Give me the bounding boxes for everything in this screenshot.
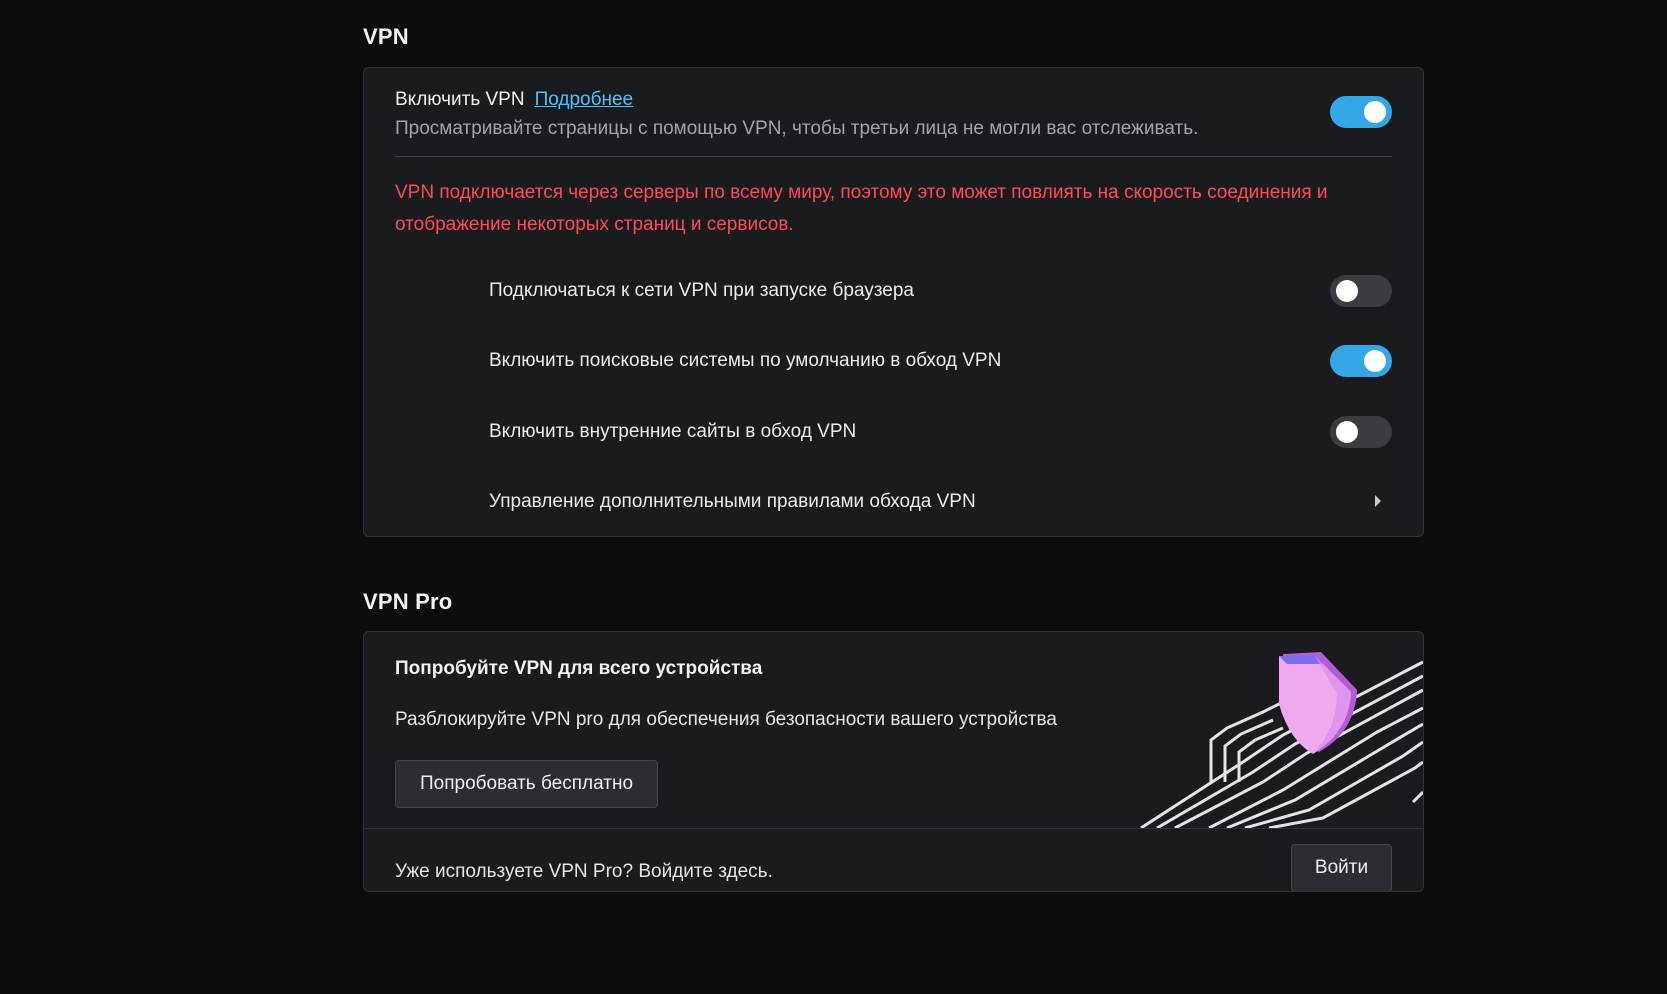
chevron-right-icon <box>1375 495 1381 507</box>
vpn-section-title: VPN <box>363 24 409 49</box>
manage-bypass-rules-label: Управление дополнительными правилами обх… <box>489 491 976 512</box>
enable-vpn-toggle[interactable] <box>1330 96 1392 128</box>
enable-vpn-label: Включить VPN <box>395 89 525 110</box>
vpn-pro-promo-description: Разблокируйте VPN pro для обеспечения бе… <box>395 709 1057 730</box>
enable-vpn-description: Просматривайте страницы с помощью VPN, ч… <box>395 118 1199 139</box>
vpn-pro-card: Попробуйте VPN для всего устройства Разб… <box>363 631 1424 892</box>
manage-bypass-rules-row[interactable]: Управление дополнительными правилами обх… <box>364 472 1423 532</box>
vpn-card: Включить VPN Подробнее Просматривайте стр… <box>363 67 1424 537</box>
divider <box>395 156 1392 157</box>
option-label: Включить поисковые системы по умолчанию … <box>489 350 1002 371</box>
try-free-button[interactable]: Попробовать бесплатно <box>395 760 658 808</box>
connect-on-startup-toggle[interactable] <box>1330 275 1392 307</box>
option-label: Включить внутренние сайты в обход VPN <box>489 421 857 442</box>
settings-page: VPN Включить VPN Подробнее Просматривайте… <box>0 0 1667 994</box>
bypass-search-engines-toggle[interactable] <box>1330 345 1392 377</box>
shield-illustration <box>1140 652 1423 828</box>
footer-divider <box>364 828 1423 829</box>
shield-icon <box>1279 652 1357 754</box>
login-button[interactable]: Войти <box>1291 844 1392 891</box>
vpn-pro-section-title: VPN Pro <box>363 589 453 614</box>
option-label: Подключаться к сети VPN при запуске брау… <box>489 280 914 301</box>
already-using-text: Уже используете VPN Pro? Войдите здесь. <box>395 861 773 882</box>
vpn-pro-promo-title: Попробуйте VPN для всего устройства <box>395 658 763 679</box>
vpn-warning-text: VPN подключается через серверы по всему … <box>395 182 1328 235</box>
bypass-intranet-toggle[interactable] <box>1330 416 1392 448</box>
toggle-knob <box>1364 350 1386 372</box>
toggle-knob <box>1364 101 1386 123</box>
learn-more-link[interactable]: Подробнее <box>535 89 634 110</box>
option-bypass-intranet: Включить внутренние сайты в обход VPN <box>364 402 1423 462</box>
option-connect-on-startup: Подключаться к сети VPN при запуске брау… <box>364 261 1423 321</box>
toggle-knob <box>1336 280 1358 302</box>
enable-vpn-row: Включить VPN Подробнее <box>395 89 633 111</box>
toggle-knob <box>1336 421 1358 443</box>
option-bypass-search-engines: Включить поисковые системы по умолчанию … <box>364 331 1423 391</box>
